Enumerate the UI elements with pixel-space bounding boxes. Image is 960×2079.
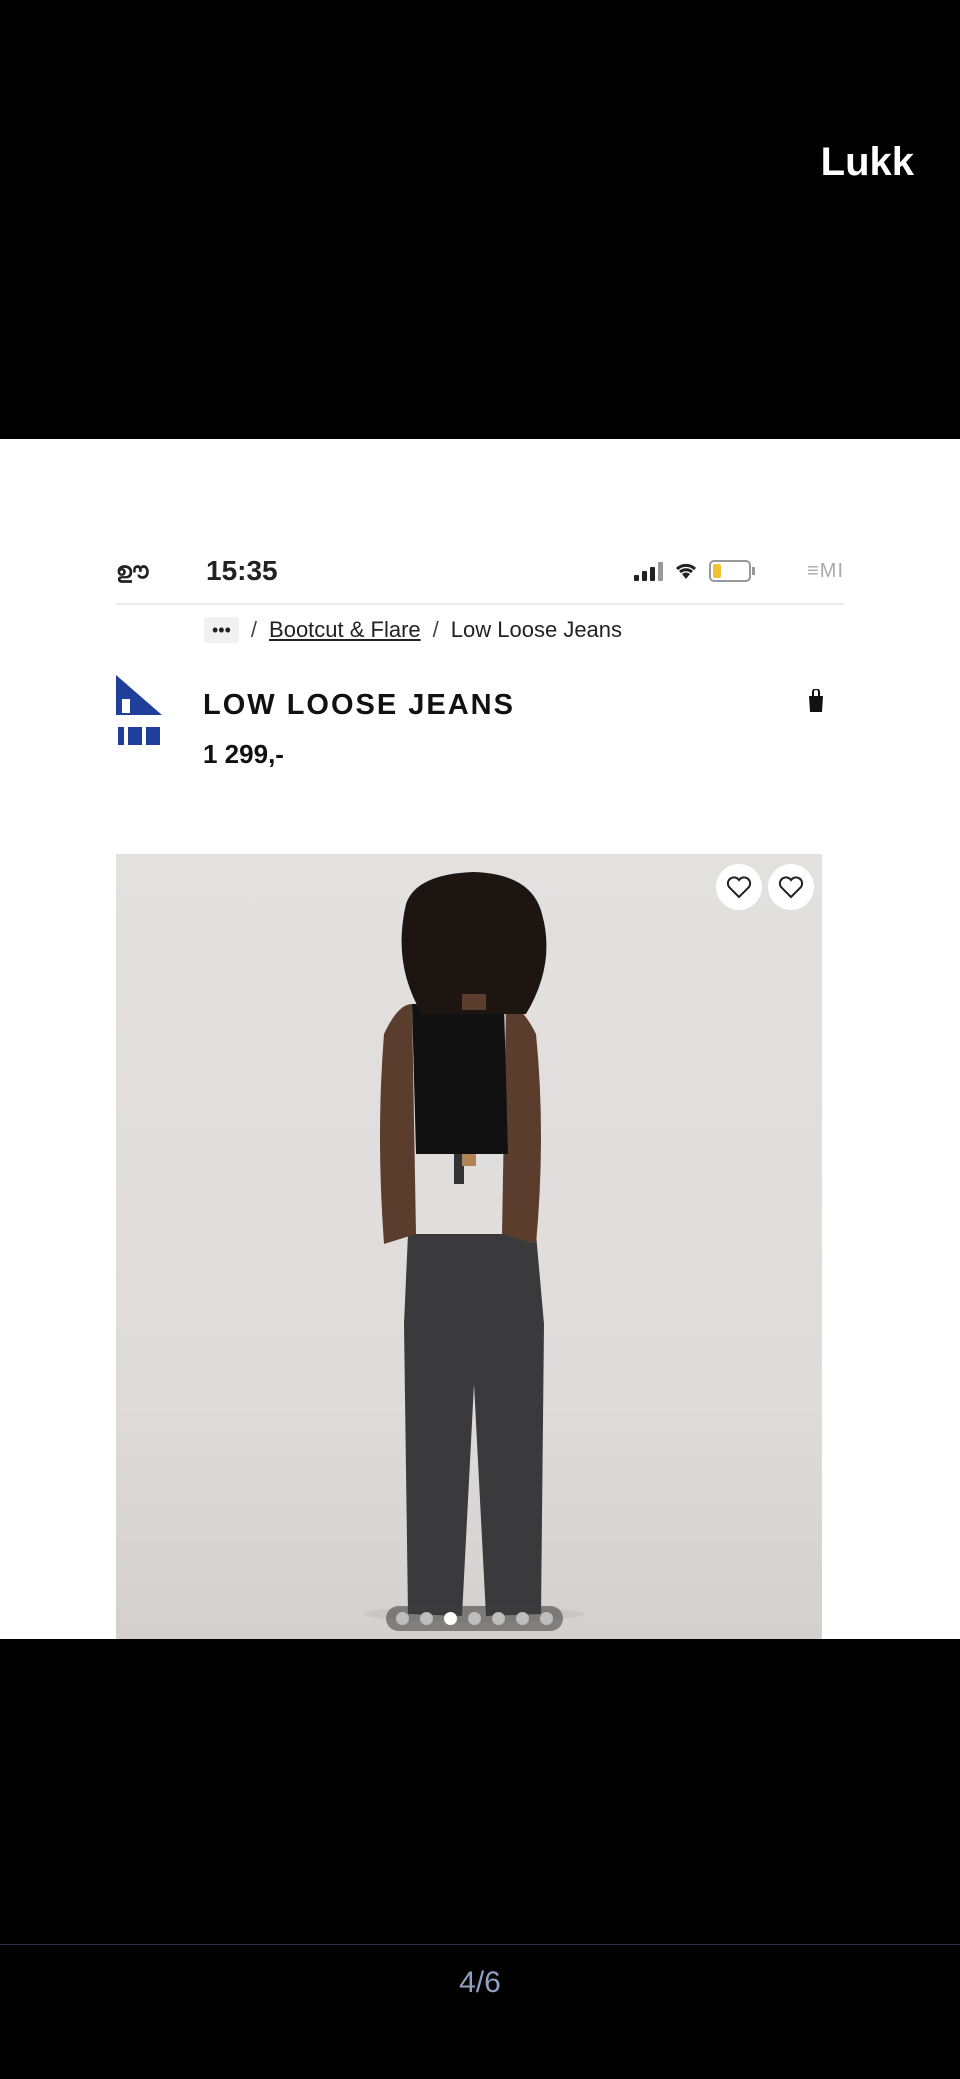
carousel-dot[interactable] (540, 1612, 553, 1625)
heart-outline-icon (778, 876, 804, 899)
breadcrumb-more-button[interactable]: ••• (204, 617, 239, 643)
carousel-dot[interactable] (420, 1612, 433, 1625)
product-image[interactable] (116, 854, 822, 1639)
carousel-dot[interactable] (396, 1612, 409, 1625)
status-left: ഊ (116, 558, 149, 583)
carousel-dot[interactable] (444, 1612, 457, 1625)
brand-logo-icon[interactable] (116, 675, 164, 755)
favorite-button[interactable] (716, 864, 762, 910)
product-price: 1 299,- (203, 739, 284, 769)
wifi-icon (676, 563, 697, 579)
signal-icon (634, 561, 664, 581)
battery-icon (709, 560, 756, 582)
breadcrumb-separator: / (432, 617, 439, 642)
carousel-dot[interactable] (492, 1612, 505, 1625)
wishlist-button[interactable] (768, 864, 814, 910)
status-bar: ഊ 15:35 ≡MI (116, 539, 844, 605)
close-button[interactable]: Lukk (821, 140, 914, 185)
carousel-dots (386, 1606, 563, 1631)
carousel-dot[interactable] (468, 1612, 481, 1625)
pager-divider (0, 1944, 960, 1945)
model-figure (364, 872, 584, 1622)
product-title: LOW LOOSE JEANS (203, 689, 515, 721)
image-pager: 4/6 (459, 1966, 501, 1999)
carousel-dot[interactable] (516, 1612, 529, 1625)
breadcrumb: ••• / Bootcut & Flare / Low Loose Jeans (204, 617, 622, 643)
breadcrumb-current: Low Loose Jeans (450, 617, 623, 642)
breadcrumb-category-link[interactable]: Bootcut & Flare (269, 617, 421, 643)
shopping-bag-icon[interactable] (806, 689, 826, 713)
heart-icon (726, 876, 752, 899)
status-icons: ≡MI (634, 560, 844, 583)
screenshot-photo: ഊ 15:35 ≡MI ••• / Bootcut & Flare / Low … (0, 439, 960, 1639)
status-time: 15:35 (206, 555, 278, 586)
breadcrumb-separator: / (250, 617, 258, 642)
status-right: ≡MI (807, 559, 844, 582)
